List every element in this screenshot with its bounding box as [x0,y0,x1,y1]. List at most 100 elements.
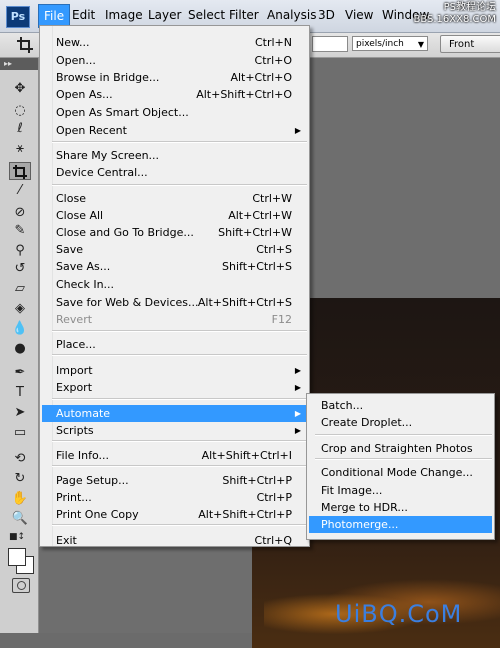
magic-wand-tool-icon[interactable]: ⚹ [9,140,31,158]
automate-item-batch[interactable]: Batch... [309,397,492,414]
menu-item-label: Scripts [56,424,94,437]
front-image-button[interactable]: Front Image [440,35,500,68]
file-menu-item-save-for-web-devices[interactable]: Save for Web & Devices... Alt+Shift+Ctrl+… [42,294,307,311]
menu-item-shortcut: Alt+Shift+Ctrl+P [198,508,292,521]
file-menu-item-open[interactable]: Open... Ctrl+O [42,52,307,69]
file-menu-item-scripts[interactable]: Scripts ▶ [42,422,307,439]
menu-item-label: Browse in Bridge... [56,71,160,84]
brush-tool-icon[interactable]: ✎ [9,222,31,240]
menu-item-label: Fit Image... [321,484,383,497]
file-menu-item-open-as[interactable]: Open As... Alt+Shift+Ctrl+O [42,86,307,103]
eraser-tool-icon[interactable]: ▱ [9,280,31,298]
paint-bucket-tool-icon[interactable]: ◈ [9,300,31,318]
hand-tool-icon[interactable]: ✋ [9,490,31,508]
menu-separator [315,458,492,460]
foreground-color-swatch[interactable] [8,548,26,566]
menu-item-shortcut: Ctrl+S [256,243,292,256]
path-selection-tool-icon[interactable]: ➤ [9,404,31,422]
menu-view[interactable]: View [340,4,378,26]
automate-item-conditional-mode-change[interactable]: Conditional Mode Change... [309,464,492,481]
automate-submenu: Batch... Create Droplet... Crop and Straig… [306,393,495,540]
file-menu-item-new[interactable]: New... Ctrl+N [42,34,307,51]
file-menu-item-open-recent[interactable]: Open Recent ▶ [42,122,307,139]
file-menu-item-print-one-copy[interactable]: Print One Copy Alt+Shift+Ctrl+P [42,506,307,523]
file-menu-item-open-as-smart-object[interactable]: Open As Smart Object... [42,104,307,121]
resolution-unit-select[interactable]: pixels/inch ▼ [352,36,428,51]
blur-tool-icon[interactable]: 💧 [9,320,31,338]
resolution-input[interactable] [312,36,348,52]
clone-stamp-tool-icon[interactable]: ⚲ [9,242,31,260]
file-menu-item-exit[interactable]: Exit Ctrl+Q [42,532,307,549]
file-menu-item-page-setup[interactable]: Page Setup... Shift+Ctrl+P [42,472,307,489]
file-menu-item-share-my-screen[interactable]: Share My Screen... [42,147,307,164]
menu-image[interactable]: Image [100,4,148,26]
quick-mask-icon[interactable] [12,578,30,593]
menu-separator [315,434,492,436]
menu-filter[interactable]: Filter [224,4,264,26]
crop-tool-button[interactable] [9,162,31,180]
automate-item-create-droplet[interactable]: Create Droplet... [309,414,492,431]
type-tool-icon[interactable]: T [9,384,31,402]
menu-item-label: Open As Smart Object... [56,106,189,119]
menu-3d[interactable]: 3D [313,4,340,26]
automate-item-crop-and-straighten-photos[interactable]: Crop and Straighten Photos [309,440,492,457]
crop-icon [13,165,27,179]
file-menu-item-check-in[interactable]: Check In... [42,276,307,293]
menu-item-label: Device Central... [56,166,148,179]
file-menu-item-automate[interactable]: Automate ▶ [42,405,307,422]
file-menu-item-place[interactable]: Place... [42,336,307,353]
menu-edit[interactable]: Edit [67,4,100,26]
eyedropper-tool-icon[interactable]: ⁄ [9,182,31,200]
crop-tool-icon[interactable] [16,36,34,54]
file-menu-item-close[interactable]: Close Ctrl+W [42,190,307,207]
menu-item-label: Crop and Straighten Photos [321,442,473,455]
menu-item-label: Page Setup... [56,474,129,487]
menu-item-shortcut: Shift+Ctrl+P [222,474,292,487]
menu-item-label: Open... [56,54,96,67]
file-menu-item-print[interactable]: Print... Ctrl+P [42,489,307,506]
dodge-tool-icon[interactable]: ● [9,340,31,358]
menu-item-label: Create Droplet... [321,416,413,429]
menu-item-label: Share My Screen... [56,149,160,162]
file-menu-item-file-info[interactable]: File Info... Alt+Shift+Ctrl+I [42,447,307,464]
file-menu-item-import[interactable]: Import ▶ [42,362,307,379]
file-menu-item-export[interactable]: Export ▶ [42,379,307,396]
default-colors-icon[interactable]: ■↕ [6,528,28,546]
file-menu-item-save[interactable]: Save Ctrl+S [42,241,307,258]
submenu-arrow-icon: ▶ [294,383,301,392]
automate-item-fit-image[interactable]: Fit Image... [309,482,492,499]
file-menu-item-close-and-go-to-bridge[interactable]: Close and Go To Bridge... Shift+Ctrl+W [42,224,307,241]
automate-item-photomerge[interactable]: Photomerge... [309,516,492,533]
panel-collapse-header[interactable]: ▸▸ [0,58,38,70]
shape-tool-icon[interactable]: ▭ [9,424,31,442]
healing-brush-tool-icon[interactable]: ⊘ [9,204,31,222]
watermark-bottom: UiBQ.CoM [335,600,463,628]
menu-item-shortcut: Alt+Ctrl+W [228,209,292,222]
menu-item-label: Close All [56,209,104,222]
menu-item-label: Open Recent [56,124,127,137]
pen-tool-icon[interactable]: ✒ [9,364,31,382]
menu-item-shortcut: Alt+Shift+Ctrl+S [197,296,292,309]
chevron-down-icon: ▼ [417,40,424,49]
menu-item-label: Place... [56,338,96,351]
menu-item-label: Check In... [56,278,115,291]
file-menu-item-revert: Revert F12 [42,311,307,328]
menu-item-shortcut: Alt+Ctrl+O [230,71,292,84]
marquee-tool-icon[interactable]: ◌ [9,102,31,120]
3d-rotate-tool-icon[interactable]: ⟲ [9,450,31,468]
history-brush-tool-icon[interactable]: ↺ [9,260,31,278]
menu-separator [52,440,307,442]
zoom-tool-icon[interactable]: 🔍 [9,510,31,528]
3d-orbit-tool-icon[interactable]: ↻ [9,470,31,488]
file-menu-item-browse-in-bridge[interactable]: Browse in Bridge... Alt+Ctrl+O [42,69,307,86]
lasso-tool-icon[interactable]: ℓ [9,120,31,138]
menu-item-shortcut: Ctrl+N [254,36,292,49]
menu-layer[interactable]: Layer [143,4,186,26]
move-tool-icon[interactable]: ✥ [9,80,31,98]
menu-select[interactable]: Select [183,4,230,26]
file-menu-item-close-all[interactable]: Close All Alt+Ctrl+W [42,207,307,224]
automate-item-merge-to-hdr[interactable]: Merge to HDR... [309,499,492,516]
file-menu-item-device-central[interactable]: Device Central... [42,164,307,181]
menu-separator [52,141,307,143]
file-menu-item-save-as[interactable]: Save As... Shift+Ctrl+S [42,258,307,275]
